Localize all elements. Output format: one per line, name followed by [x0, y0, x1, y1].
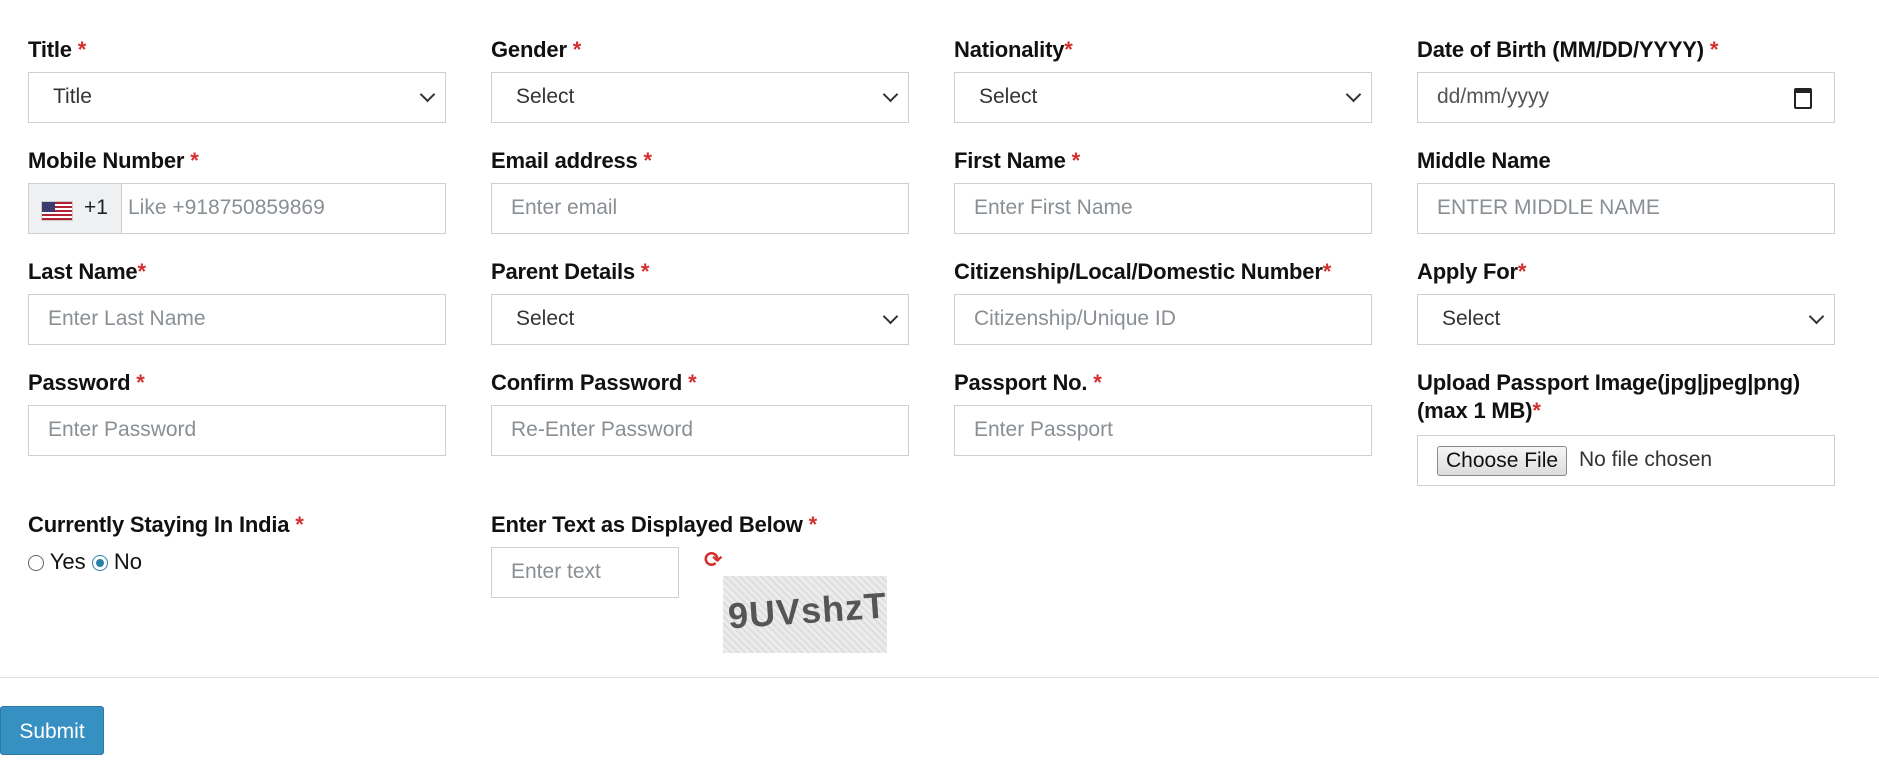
first-name-placeholder: Enter First Name — [974, 196, 1133, 219]
middle-name-placeholder: ENTER MIDDLE NAME — [1437, 196, 1660, 219]
chevron-down-icon — [882, 308, 899, 325]
choose-file-button[interactable]: Choose File — [1437, 446, 1568, 476]
passport-input[interactable]: Enter Passport — [954, 405, 1372, 456]
citizenship-input[interactable]: Citizenship/Unique ID — [954, 294, 1372, 345]
first-name-label: First Name * — [954, 148, 1081, 173]
file-status: No file chosen — [1579, 448, 1713, 471]
confirm-password-label: Confirm Password * — [491, 370, 697, 395]
password-placeholder: Enter Password — [48, 418, 197, 441]
refresh-icon[interactable]: ⟳ — [704, 549, 722, 571]
nationality-field: Nationality* Select — [954, 36, 1372, 123]
dob-label: Date of Birth (MM/DD/YYYY) * — [1417, 37, 1719, 62]
dial-code: +1 — [84, 196, 108, 219]
parent-details-field: Parent Details * Select — [491, 258, 909, 345]
gender-field: Gender * Select — [491, 36, 909, 123]
registration-form: Title * Title Gender * Select Nationalit… — [0, 0, 1879, 774]
first-name-input[interactable]: Enter First Name — [954, 183, 1372, 234]
nationality-select-value: Select — [979, 85, 1038, 108]
mobile-placeholder: Like +918750859869 — [128, 196, 325, 219]
gender-select-value: Select — [516, 85, 575, 108]
title-label: Title * — [28, 37, 87, 62]
country-code-selector[interactable]: +1 — [29, 184, 122, 233]
email-field: Email address * Enter email — [491, 147, 909, 234]
password-field: Password * Enter Password — [28, 369, 446, 456]
submit-button[interactable]: Submit — [0, 706, 104, 755]
radio-yes-label[interactable]: Yes — [50, 549, 86, 574]
title-select[interactable]: Title — [28, 72, 446, 123]
form-divider — [0, 677, 1879, 678]
last-name-field: Last Name* Enter Last Name — [28, 258, 446, 345]
passport-placeholder: Enter Passport — [974, 418, 1113, 441]
staying-india-options: Yes No — [28, 549, 142, 575]
calendar-icon[interactable] — [1794, 88, 1812, 109]
captcha-image-text: 9UVshzT — [726, 584, 889, 637]
chevron-down-icon — [1808, 308, 1825, 325]
middle-name-input[interactable]: ENTER MIDDLE NAME — [1417, 183, 1835, 234]
nationality-label: Nationality* — [954, 37, 1073, 62]
staying-india-label: Currently Staying In India * — [28, 512, 304, 537]
password-label: Password * — [28, 370, 145, 395]
mobile-input[interactable]: +1 Like +918750859869 — [28, 183, 446, 234]
email-input[interactable]: Enter email — [491, 183, 909, 234]
captcha-input[interactable]: Enter text — [491, 547, 679, 598]
last-name-label: Last Name* — [28, 259, 146, 284]
citizenship-placeholder: Citizenship/Unique ID — [974, 307, 1176, 330]
radio-yes[interactable] — [28, 555, 44, 571]
email-placeholder: Enter email — [511, 196, 618, 219]
password-input[interactable]: Enter Password — [28, 405, 446, 456]
email-label: Email address * — [491, 148, 652, 173]
confirm-password-placeholder: Re-Enter Password — [511, 418, 694, 441]
parent-details-label: Parent Details * — [491, 259, 650, 284]
us-flag-icon — [41, 201, 73, 221]
parent-details-select[interactable]: Select — [491, 294, 909, 345]
parent-details-value: Select — [516, 307, 575, 330]
chevron-down-icon — [882, 86, 899, 103]
last-name-input[interactable]: Enter Last Name — [28, 294, 446, 345]
mobile-field: Mobile Number * +1 Like +918750859869 — [28, 147, 446, 234]
last-name-placeholder: Enter Last Name — [48, 307, 206, 330]
captcha-image: 9UVshzT — [723, 576, 889, 653]
citizenship-field: Citizenship/Local/Domestic Number* Citiz… — [954, 258, 1372, 345]
captcha-placeholder: Enter text — [511, 560, 601, 583]
middle-name-label: Middle Name — [1417, 148, 1551, 173]
apply-for-value: Select — [1442, 307, 1501, 330]
passport-label: Passport No. * — [954, 370, 1102, 395]
apply-for-field: Apply For* Select — [1417, 258, 1835, 345]
middle-name-field: Middle Name ENTER MIDDLE NAME — [1417, 147, 1835, 234]
dob-input[interactable]: dd/mm/yyyy — [1417, 72, 1835, 123]
first-name-field: First Name * Enter First Name — [954, 147, 1372, 234]
nationality-select[interactable]: Select — [954, 72, 1372, 123]
radio-no[interactable] — [91, 555, 108, 571]
captcha-label: Enter Text as Displayed Below * — [491, 512, 817, 537]
staying-india-field: Currently Staying In India * — [28, 511, 446, 539]
title-field: Title * Title — [28, 36, 446, 123]
title-select-value: Title — [53, 85, 92, 108]
gender-label: Gender * — [491, 37, 582, 62]
dob-value: dd/mm/yyyy — [1437, 85, 1550, 108]
radio-no-label[interactable]: No — [114, 549, 142, 574]
dob-field: Date of Birth (MM/DD/YYYY) * dd/mm/yyyy — [1417, 36, 1835, 123]
confirm-password-input[interactable]: Re-Enter Password — [491, 405, 909, 456]
mobile-label: Mobile Number * — [28, 148, 199, 173]
passport-image-field: Upload Passport Image(jpg|jpeg|png) (max… — [1417, 369, 1835, 486]
passport-image-label: Upload Passport Image(jpg|jpeg|png) (max… — [1417, 370, 1800, 423]
apply-for-label: Apply For* — [1417, 259, 1527, 284]
chevron-down-icon — [1345, 86, 1362, 103]
confirm-password-field: Confirm Password * Re-Enter Password — [491, 369, 909, 456]
chevron-down-icon — [419, 86, 436, 103]
gender-select[interactable]: Select — [491, 72, 909, 123]
citizenship-label: Citizenship/Local/Domestic Number* — [954, 259, 1332, 284]
apply-for-select[interactable]: Select — [1417, 294, 1835, 345]
captcha-field: Enter Text as Displayed Below * Enter te… — [491, 511, 909, 598]
passport-image-upload[interactable]: Choose File No file chosen — [1417, 435, 1835, 486]
passport-field: Passport No. * Enter Passport — [954, 369, 1372, 456]
